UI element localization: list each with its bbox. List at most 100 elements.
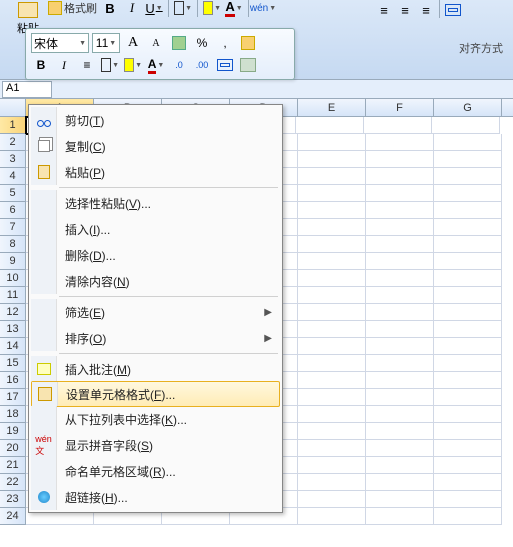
cell[interactable]: [434, 491, 502, 508]
cell[interactable]: [366, 440, 434, 457]
cell[interactable]: [434, 236, 502, 253]
menu-item[interactable]: 排序(O)▶: [31, 325, 280, 351]
insert-pic-button[interactable]: [238, 55, 258, 75]
row-header[interactable]: 14: [0, 338, 26, 355]
row-header[interactable]: 23: [0, 491, 26, 508]
cell[interactable]: [434, 202, 502, 219]
cell[interactable]: [434, 287, 502, 304]
row-header[interactable]: 19: [0, 423, 26, 440]
row-header[interactable]: 18: [0, 406, 26, 423]
menu-item[interactable]: 设置单元格格式(F)...: [31, 381, 280, 407]
paste-button[interactable]: 粘贴: [4, 2, 52, 28]
cell[interactable]: [298, 202, 366, 219]
cell[interactable]: [366, 185, 434, 202]
row-header[interactable]: 22: [0, 474, 26, 491]
cell[interactable]: [298, 457, 366, 474]
menu-item[interactable]: 剪切(T): [31, 107, 280, 133]
increase-font-button[interactable]: A: [123, 33, 143, 53]
row-header[interactable]: 21: [0, 457, 26, 474]
font-color-button[interactable]: A▼: [224, 0, 244, 18]
cell[interactable]: [434, 321, 502, 338]
cell[interactable]: [366, 270, 434, 287]
menu-item[interactable]: 删除(D)...: [31, 242, 280, 268]
cell[interactable]: [434, 134, 502, 151]
cell[interactable]: [298, 151, 366, 168]
cell[interactable]: [366, 151, 434, 168]
align-bottom-button[interactable]: ≡: [416, 0, 436, 20]
decrease-decimal-button[interactable]: .00: [192, 55, 212, 75]
row-header[interactable]: 10: [0, 270, 26, 287]
increase-decimal-button[interactable]: .0: [169, 55, 189, 75]
italic-button[interactable]: I: [122, 0, 142, 18]
row-header[interactable]: 5: [0, 185, 26, 202]
cell[interactable]: [298, 304, 366, 321]
cell[interactable]: [434, 338, 502, 355]
menu-item[interactable]: wén文显示拼音字段(S): [31, 432, 280, 458]
italic-mini-button[interactable]: I: [54, 55, 74, 75]
cell[interactable]: [432, 117, 500, 134]
cell[interactable]: [298, 236, 366, 253]
cell[interactable]: [366, 372, 434, 389]
cell[interactable]: [298, 134, 366, 151]
cell[interactable]: [298, 474, 366, 491]
menu-item[interactable]: 命名单元格区域(R)...: [31, 458, 280, 484]
align-middle-button[interactable]: ≡: [395, 0, 415, 20]
pinyin-button[interactable]: wén▼: [253, 0, 273, 18]
menu-item[interactable]: 清除内容(N): [31, 268, 280, 294]
cell[interactable]: [298, 321, 366, 338]
cell[interactable]: [298, 508, 366, 525]
menu-item[interactable]: 粘贴(P): [31, 159, 280, 185]
format-painter-mini-button[interactable]: [238, 33, 258, 53]
cell[interactable]: [366, 457, 434, 474]
cell[interactable]: [298, 491, 366, 508]
cell[interactable]: [434, 270, 502, 287]
format-painter-button[interactable]: 格式刷: [48, 0, 97, 16]
cell[interactable]: [298, 406, 366, 423]
cell[interactable]: [298, 168, 366, 185]
comma-button[interactable]: ,: [215, 33, 235, 53]
row-header[interactable]: 7: [0, 219, 26, 236]
cell[interactable]: [298, 287, 366, 304]
row-header[interactable]: 2: [0, 134, 26, 151]
cell[interactable]: [366, 236, 434, 253]
cell[interactable]: [296, 117, 364, 134]
align-top-button[interactable]: ≡: [374, 0, 394, 20]
cell[interactable]: [434, 185, 502, 202]
row-header[interactable]: 12: [0, 304, 26, 321]
fill-color-button[interactable]: ▼: [202, 0, 222, 18]
menu-item[interactable]: 插入(I)...: [31, 216, 280, 242]
select-all-corner[interactable]: [0, 99, 26, 116]
cell[interactable]: [434, 457, 502, 474]
menu-item[interactable]: 选择性粘贴(V)...: [31, 190, 280, 216]
fill-color-mini-button[interactable]: ▼: [123, 55, 143, 75]
cell[interactable]: [298, 372, 366, 389]
row-header[interactable]: 20: [0, 440, 26, 457]
cell[interactable]: [366, 508, 434, 525]
font-size-select[interactable]: 11▼: [92, 33, 120, 53]
cell[interactable]: [366, 287, 434, 304]
bold-mini-button[interactable]: B: [31, 55, 51, 75]
cell[interactable]: [366, 134, 434, 151]
cell[interactable]: [298, 219, 366, 236]
cell[interactable]: [366, 406, 434, 423]
cell[interactable]: [434, 474, 502, 491]
row-header[interactable]: 13: [0, 321, 26, 338]
percent-button[interactable]: %: [192, 33, 212, 53]
cell[interactable]: [434, 304, 502, 321]
font-color-mini-button[interactable]: A▼: [146, 55, 166, 75]
decrease-font-button[interactable]: A: [146, 33, 166, 53]
cell[interactable]: [434, 219, 502, 236]
cell[interactable]: [366, 355, 434, 372]
style-button[interactable]: [169, 33, 189, 53]
cell[interactable]: [366, 202, 434, 219]
border-mini-button[interactable]: ▼: [100, 55, 120, 75]
align-center-mini-button[interactable]: ≡: [77, 55, 97, 75]
underline-button[interactable]: U▼: [144, 0, 164, 18]
menu-item[interactable]: 复制(C): [31, 133, 280, 159]
cell[interactable]: [298, 338, 366, 355]
cell[interactable]: [364, 117, 432, 134]
column-header[interactable]: E: [298, 99, 366, 116]
column-header[interactable]: G: [434, 99, 502, 116]
font-name-select[interactable]: 宋体▼: [31, 33, 89, 53]
cell[interactable]: [298, 440, 366, 457]
